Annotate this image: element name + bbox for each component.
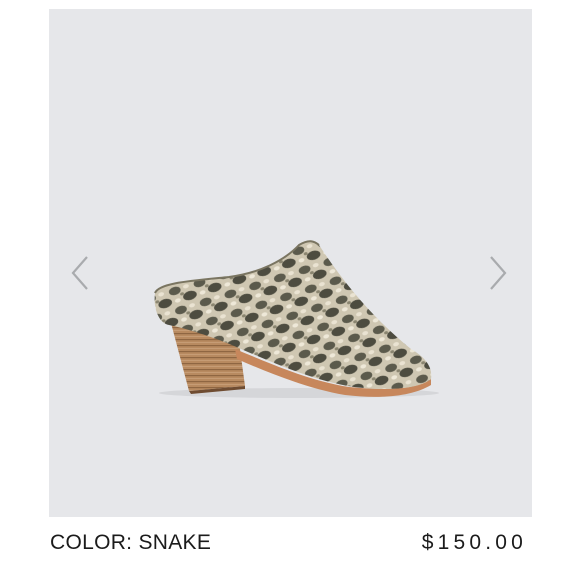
product-info-row: COLOR: SNAKE $150.00 [50, 530, 530, 556]
product-image-gallery [49, 9, 532, 517]
product-page: COLOR: SNAKE $150.00 [0, 0, 580, 580]
color-selection: COLOR: SNAKE [50, 530, 211, 556]
previous-image-button[interactable] [67, 253, 93, 293]
product-price: $150.00 [421, 531, 527, 554]
next-image-button[interactable] [485, 253, 511, 293]
color-label: COLOR: [50, 531, 133, 554]
chevron-left-icon [71, 256, 88, 290]
chevron-right-icon [490, 256, 507, 290]
color-value: SNAKE [138, 531, 212, 554]
product-image [154, 240, 439, 398]
